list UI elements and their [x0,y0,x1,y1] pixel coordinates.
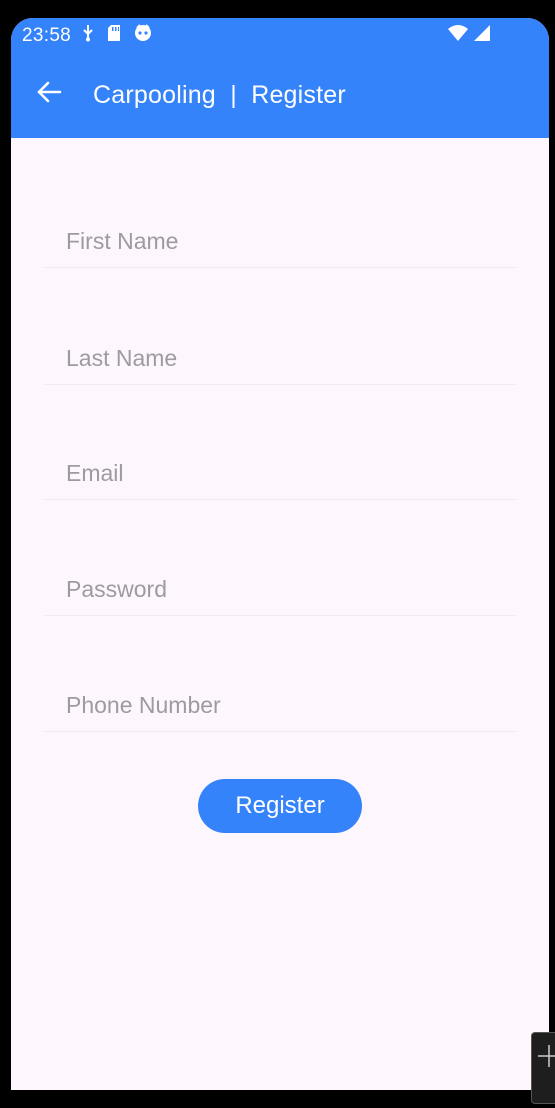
page-title: Carpooling | Register [93,81,346,109]
last-name-input[interactable] [44,332,516,384]
first-name-input[interactable] [44,215,516,267]
phone-number-input[interactable] [44,679,516,731]
register-button[interactable]: Register [198,779,362,833]
status-icons-right [447,24,491,47]
back-button[interactable] [31,76,67,112]
app-screen: 23:58 Carpooling | Register First Name L… [11,18,549,1090]
email-input[interactable] [44,447,516,499]
usb-debug-icon [81,24,95,47]
email-field [44,447,516,500]
corner-overlay-widget[interactable] [531,1032,555,1104]
status-bar: 23:58 [11,18,549,52]
sd-card-icon [107,24,121,47]
arrow-left-icon [36,81,62,108]
cell-signal-icon [473,24,491,47]
app-bar: Carpooling | Register [11,52,549,138]
status-icons-left [81,23,153,48]
last-name-field [44,332,516,385]
wifi-icon [447,24,469,47]
first-name-field [44,215,516,268]
phone-number-field [44,679,516,732]
password-input[interactable] [44,563,516,615]
status-time: 23:58 [22,25,72,46]
password-field [44,563,516,616]
app-notification-icon [133,23,153,48]
